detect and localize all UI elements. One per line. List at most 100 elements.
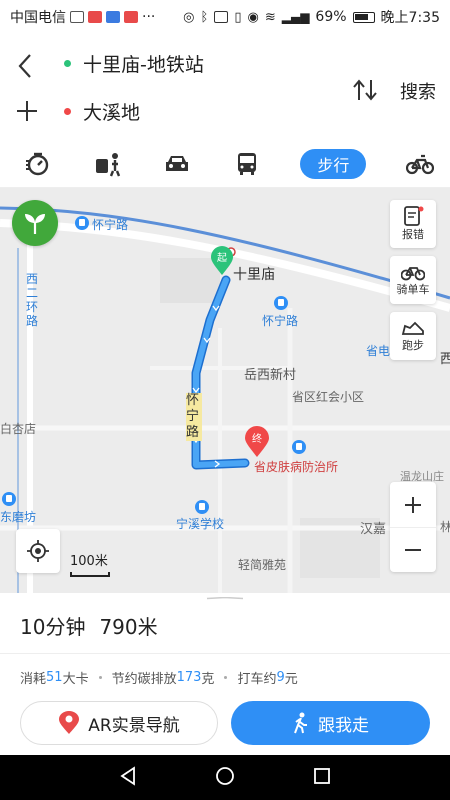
map-scale-label: 100米 [70, 554, 108, 569]
map-scale-bar [70, 572, 110, 577]
map-label-ningxi-school: 宁溪学校 [176, 517, 225, 531]
nav-back-button[interactable] [119, 765, 137, 790]
end-point-field[interactable]: 大溪地 [64, 98, 140, 125]
green-travel-button[interactable] [12, 200, 58, 246]
locate-button[interactable] [16, 529, 60, 573]
tab-walk[interactable]: 步行 [300, 148, 367, 179]
map-label-skin-hospital: 省皮肤病防治所 [254, 460, 339, 474]
message-icon [70, 11, 84, 23]
report-label: 报错 [402, 228, 424, 241]
tab-transit-combo[interactable] [92, 148, 124, 180]
ar-pin-icon [58, 711, 80, 735]
tab-taxi[interactable] [22, 148, 54, 180]
start-point-label: 十里庙-地铁站 [83, 54, 204, 76]
car-icon [166, 155, 189, 171]
zoom-control [390, 482, 436, 572]
clock: 晚上7:35 [380, 10, 440, 26]
more-notifications-icon: ··· [142, 9, 156, 25]
transit-combo-icon [95, 152, 120, 176]
route-summary-panel: 10分钟 790米 消耗 51 大卡 节约碳排放 173 克 打车约 9 元 A… [0, 593, 450, 755]
zoom-in-button[interactable] [390, 482, 436, 527]
end-pin[interactable]: 终 [244, 426, 270, 458]
swap-button[interactable] [352, 78, 380, 102]
run-label: 跑步 [402, 339, 424, 352]
route-header: 十里庙-地铁站 大溪地 搜索 [0, 34, 450, 140]
start-point-field[interactable]: 十里庙-地铁站 [64, 50, 204, 77]
map-label-lin: 林 [440, 520, 450, 534]
taxi-value: 9 [276, 670, 285, 685]
bus-stop-icon [2, 492, 16, 506]
travel-mode-tabs: 步行 [0, 140, 450, 188]
start-pin-label: 起 [217, 252, 227, 264]
tab-bus[interactable] [231, 148, 263, 180]
tab-bike[interactable] [404, 148, 436, 180]
app-notification-icon [88, 11, 102, 23]
map-label-huaining-rd: 怀宁路 [92, 218, 129, 232]
location-icon: ◎ [183, 9, 195, 25]
battery-percent: 69% [315, 9, 347, 25]
plus-icon [405, 496, 421, 513]
map-label-xi-er-huan-rd: 西二环路 [26, 272, 39, 328]
status-bar: 中国电信 ··· ◎ ᛒ ▯ ◉ ≋ ▂▄▆ 69% 晚上7:35 [0, 0, 450, 34]
start-dot-icon [64, 60, 71, 67]
follow-me-button[interactable]: 跟我走 [231, 701, 430, 745]
bus-stop-icon [274, 296, 288, 310]
battery-icon [352, 11, 375, 23]
nav-home-button[interactable] [215, 766, 235, 790]
app-notification-icon [106, 11, 120, 23]
report-icon [404, 206, 424, 226]
taxi-icon [26, 152, 49, 175]
back-button[interactable] [16, 52, 40, 82]
route-summary: 10分钟 790米 [20, 611, 158, 640]
map-label-sheng-dian: 省电 [366, 344, 391, 358]
shoe-icon [401, 321, 424, 335]
bike-share-button[interactable]: 骑单车 [390, 256, 436, 304]
carbon-suffix: 克 [201, 672, 215, 687]
taxi-prefix: 打车约 [237, 672, 277, 687]
ar-navigation-button[interactable]: AR实景导航 [20, 701, 218, 745]
map-label-shilimiao: 十里庙 [233, 267, 275, 283]
calories-prefix: 消耗 [20, 672, 47, 687]
system-nav-bar [0, 755, 450, 800]
search-button[interactable]: 搜索 [400, 78, 436, 104]
carbon-prefix: 节约碳排放 [111, 672, 177, 687]
drag-handle[interactable] [205, 597, 245, 600]
map-label-yuexi-xincun: 岳西新村 [244, 368, 297, 383]
wifi-icon: ≋ [264, 9, 276, 25]
minus-icon [405, 549, 421, 551]
end-pin-icon: 终 [245, 426, 269, 457]
bike-icon [405, 154, 434, 174]
bus-stop-icon [292, 440, 306, 454]
map-label-huaining-rd-route: 怀宁路 [186, 393, 202, 441]
bus-icon [237, 152, 256, 175]
add-waypoint-button[interactable] [16, 96, 40, 126]
end-dot-icon [64, 108, 71, 115]
end-pin-label: 终 [252, 432, 262, 445]
bus-stop-icon [75, 216, 89, 230]
report-error-button[interactable]: 报错 [390, 200, 436, 248]
start-pin[interactable]: 起 [210, 246, 234, 276]
separator-dot [224, 676, 228, 679]
zoom-out-button[interactable] [390, 527, 436, 572]
divider [0, 653, 450, 654]
nav-recents-button[interactable] [313, 767, 331, 789]
square-recents-icon [314, 767, 330, 784]
map-view[interactable]: 怀宁路 十里庙 怀宁路 岳西新村 省区红会小区 怀宁路 省皮肤病防治所 宁溪学校… [0, 188, 450, 593]
chevron-left-icon [18, 54, 31, 78]
run-button[interactable]: 跑步 [390, 312, 436, 360]
map-label-huaining-rd-stop: 怀宁路 [262, 314, 299, 328]
circle-home-icon [216, 766, 234, 785]
start-pin-icon: 起 [211, 246, 233, 275]
carrier-label: 中国电信 [10, 10, 66, 26]
bus-stop-icon [195, 500, 209, 514]
app-notification-icon [124, 11, 138, 23]
walk-icon [292, 712, 310, 734]
map-label-qingjian: 轻简雅苑 [238, 558, 287, 572]
map-label-bai-store: 白杏店 [0, 422, 37, 436]
map-label-xi: 西 [440, 352, 450, 367]
route-stats: 消耗 51 大卡 节约碳排放 173 克 打车约 9 元 [20, 668, 298, 687]
tab-car[interactable] [161, 148, 193, 180]
eye-comfort-icon: ◉ [247, 9, 259, 25]
nfc-icon [214, 11, 229, 23]
calories-suffix: 大卡 [62, 672, 89, 687]
